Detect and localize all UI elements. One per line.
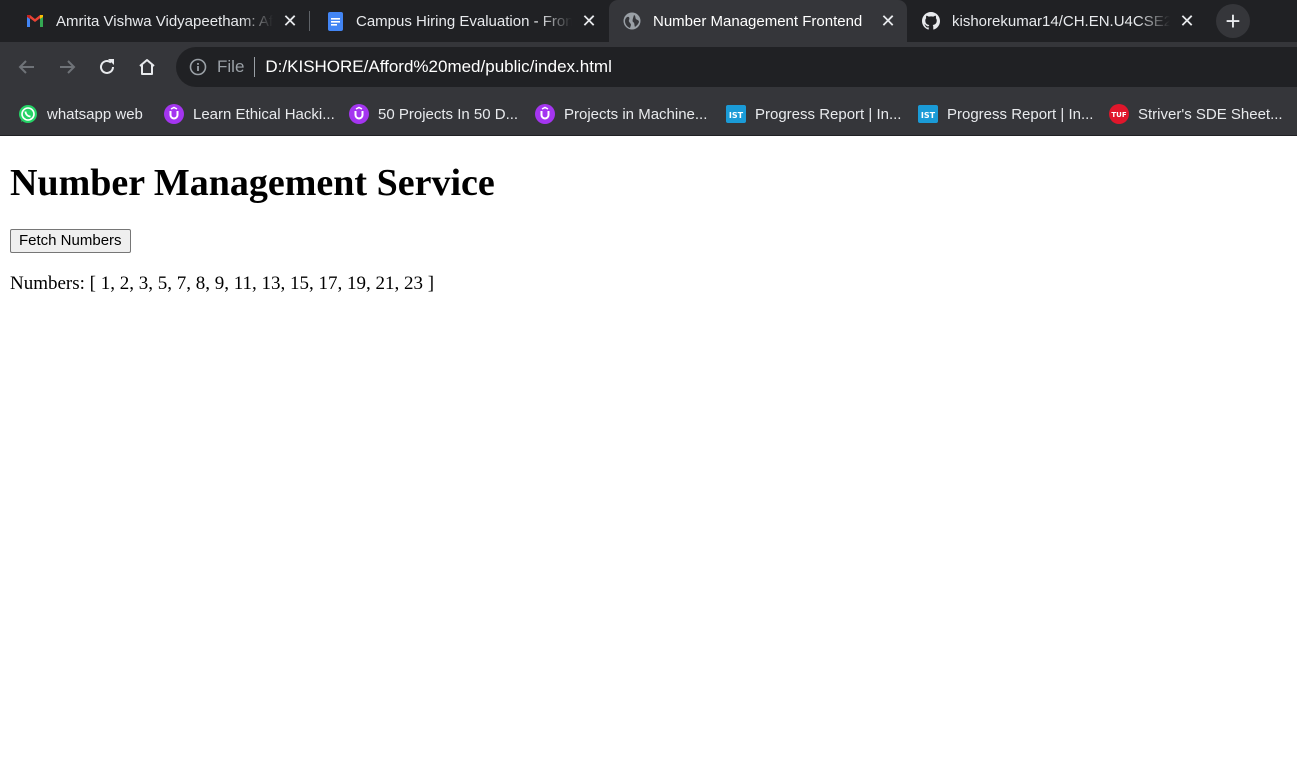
udemy-icon	[164, 104, 184, 124]
github-icon	[922, 12, 940, 30]
close-tab-icon[interactable]: ✕	[877, 10, 899, 32]
bookmark-50-projects[interactable]: 50 Projects In 50 D...	[349, 102, 518, 126]
back-button[interactable]	[11, 51, 43, 83]
forward-arrow-icon	[60, 60, 76, 74]
close-tab-icon[interactable]: ✕	[578, 10, 600, 32]
bookmark-label: Progress Report | In...	[947, 105, 1094, 123]
url-text[interactable]: D:/KISHORE/Afford%20med/public/index.htm…	[265, 57, 611, 77]
bookmark-learn-ethical-hacking[interactable]: Learn Ethical Hacki...	[164, 102, 335, 126]
bookmark-projects-in-machine[interactable]: Projects in Machine...	[535, 102, 707, 126]
tab-docs[interactable]: Campus Hiring Evaluation - Frontend ✕	[312, 0, 608, 42]
ist-icon: IST	[918, 104, 938, 124]
address-bar[interactable]: File D:/KISHORE/Afford%20med/public/inde…	[176, 47, 1297, 87]
whatsapp-icon	[18, 104, 38, 124]
scheme-divider	[254, 57, 256, 77]
udemy-icon	[535, 104, 555, 124]
bookmark-progress-report-2[interactable]: IST Progress Report | In...	[918, 102, 1093, 126]
fetch-numbers-button[interactable]: Fetch Numbers	[10, 229, 131, 253]
globe-icon	[623, 12, 641, 30]
back-arrow-icon	[18, 60, 34, 74]
tuf-icon: TUF	[1109, 104, 1129, 124]
bookmark-label: Projects in Machine...	[564, 105, 708, 123]
page-title: Number Management Service	[10, 162, 495, 204]
tab-github[interactable]: kishorekumar14/CH.EN.U4CSE20 ✕	[908, 0, 1206, 42]
reload-button[interactable]	[91, 51, 123, 83]
tab-title: Amrita Vishwa Vidyapeetham: Afford	[56, 12, 273, 30]
svg-text:IST: IST	[729, 111, 744, 120]
svg-text:IST: IST	[921, 111, 936, 120]
new-tab-button[interactable]: +	[1216, 4, 1250, 38]
page-content: Number Management Service Fetch Numbers …	[0, 161, 1297, 295]
info-icon[interactable]	[189, 58, 207, 76]
bookmark-label: whatsapp web	[47, 105, 143, 123]
tab-title: Number Management Frontend	[653, 12, 863, 30]
bookmarks-bar: whatsapp web Learn Ethical Hacki... 50 P…	[0, 92, 1297, 136]
browser-toolbar: File D:/KISHORE/Afford%20med/public/inde…	[0, 42, 1297, 92]
home-icon	[139, 59, 155, 75]
tab-divider	[309, 11, 310, 31]
close-tab-icon[interactable]: ✕	[1176, 10, 1198, 32]
docs-icon	[326, 11, 344, 31]
tab-title: kishorekumar14/CH.EN.U4CSE20	[952, 12, 1170, 30]
bookmark-label: Progress Report | In...	[755, 105, 902, 123]
forward-button[interactable]	[51, 51, 83, 83]
bookmark-whatsapp[interactable]: whatsapp web	[18, 102, 143, 126]
numbers-output: Numbers: [ 1, 2, 3, 5, 7, 8, 9, 11, 13, …	[10, 273, 435, 294]
reload-icon	[100, 59, 114, 74]
gmail-icon	[26, 12, 44, 30]
ist-icon: IST	[726, 104, 746, 124]
tab-title: Campus Hiring Evaluation - Frontend	[356, 12, 572, 30]
bookmark-label: Learn Ethical Hacki...	[193, 105, 335, 123]
tab-strip: Amrita Vishwa Vidyapeetham: Afford ✕ Cam…	[0, 0, 1297, 42]
bookmark-label: Striver's SDE Sheet...	[1138, 105, 1283, 123]
bookmark-strivers-sde-sheet[interactable]: TUF Striver's SDE Sheet...	[1109, 102, 1283, 126]
plus-icon: +	[1225, 6, 1241, 36]
bookmark-label: 50 Projects In 50 D...	[378, 105, 519, 123]
svg-text:TUF: TUF	[1111, 111, 1126, 119]
url-scheme: File	[217, 57, 245, 76]
udemy-icon	[349, 104, 369, 124]
bookmark-progress-report-1[interactable]: IST Progress Report | In...	[726, 102, 901, 126]
home-button[interactable]	[131, 51, 163, 83]
tab-number-management[interactable]: Number Management Frontend ✕	[609, 0, 907, 42]
tab-gmail[interactable]: Amrita Vishwa Vidyapeetham: Afford ✕	[12, 0, 309, 42]
close-tab-icon[interactable]: ✕	[279, 10, 301, 32]
